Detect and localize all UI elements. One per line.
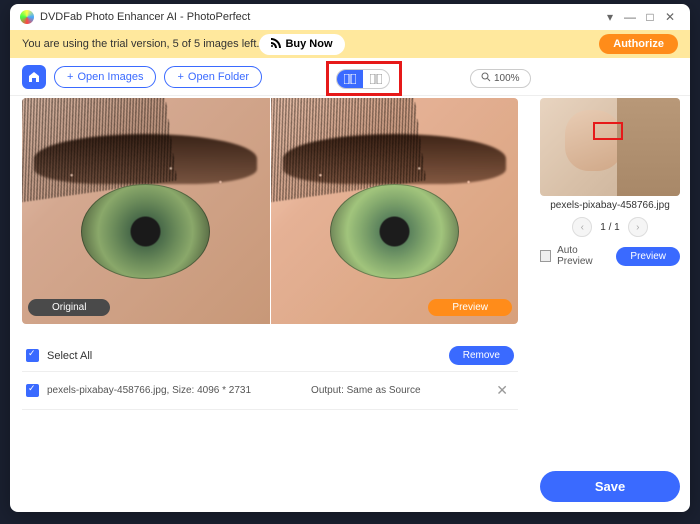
preview-badge: Preview <box>428 299 512 316</box>
save-button[interactable]: Save <box>540 471 680 502</box>
viewport-indicator[interactable] <box>593 122 623 140</box>
file-checkbox[interactable] <box>26 384 39 397</box>
enhanced-image <box>271 98 519 324</box>
original-badge: Original <box>28 299 110 316</box>
zoom-button[interactable]: 100% <box>470 69 531 88</box>
minimize-button[interactable]: — <box>620 7 640 27</box>
main-panel: Original Preview Select All Remove pexel… <box>10 96 530 512</box>
magnifier-icon <box>481 72 491 85</box>
file-row[interactable]: pexels-pixabay-458766.jpg, Size: 4096 * … <box>22 371 518 410</box>
file-name-size: pexels-pixabay-458766.jpg, Size: 4096 * … <box>47 385 251 396</box>
dropdown-icon[interactable]: ▾ <box>600 7 620 27</box>
trial-message: You are using the trial version, 5 of 5 … <box>22 38 259 50</box>
title-bar: DVDFab Photo Enhancer AI - PhotoPerfect … <box>10 4 690 30</box>
preview-area[interactable]: Original Preview <box>22 98 518 324</box>
preview-button[interactable]: Preview <box>616 247 680 266</box>
single-view-button[interactable] <box>363 70 389 88</box>
app-title: DVDFab Photo Enhancer AI - PhotoPerfect <box>40 11 250 23</box>
open-folder-button[interactable]: + Open Folder <box>164 66 262 88</box>
select-all-label: Select All <box>47 350 92 362</box>
trial-banner: You are using the trial version, 5 of 5 … <box>10 30 690 58</box>
thumbnail-filename: pexels-pixabay-458766.jpg <box>540 196 680 215</box>
auto-preview-row: Auto Preview Preview <box>540 245 680 267</box>
open-images-label: Open Images <box>77 71 143 83</box>
open-folder-label: Open Folder <box>188 71 249 83</box>
plus-icon: + <box>67 71 73 83</box>
auto-preview-checkbox[interactable] <box>540 250 551 262</box>
auto-preview-label: Auto Preview <box>557 245 610 267</box>
split-view-button[interactable] <box>337 70 363 88</box>
buy-now-label: Buy Now <box>285 38 332 50</box>
app-logo-icon <box>20 10 34 24</box>
select-all-checkbox[interactable] <box>26 349 39 362</box>
body-area: Original Preview Select All Remove pexel… <box>10 96 690 512</box>
authorize-button[interactable]: Authorize <box>599 34 678 54</box>
maximize-button[interactable]: □ <box>640 7 660 27</box>
pager: ‹ 1 / 1 › <box>540 217 680 237</box>
page-indicator: 1 / 1 <box>600 222 619 233</box>
plus-icon: + <box>177 71 183 83</box>
original-image <box>22 98 270 324</box>
next-page-button[interactable]: › <box>628 217 648 237</box>
close-button[interactable]: ✕ <box>660 7 680 27</box>
remove-button[interactable]: Remove <box>449 346 514 365</box>
home-button[interactable] <box>22 65 46 89</box>
view-mode-toggle[interactable] <box>336 69 390 89</box>
buy-now-button[interactable]: Buy Now <box>259 34 344 55</box>
sidebar: pexels-pixabay-458766.jpg ‹ 1 / 1 › Auto… <box>530 96 690 512</box>
rss-icon <box>271 38 281 51</box>
app-window: DVDFab Photo Enhancer AI - PhotoPerfect … <box>10 4 690 512</box>
zoom-label: 100% <box>494 73 520 84</box>
prev-page-button[interactable]: ‹ <box>572 217 592 237</box>
select-all-row: Select All Remove <box>22 340 518 371</box>
file-output: Output: Same as Source <box>311 385 421 396</box>
thumbnail[interactable] <box>540 98 680 196</box>
open-images-button[interactable]: + Open Images <box>54 66 156 88</box>
file-list-area: Select All Remove pexels-pixabay-458766.… <box>22 340 518 410</box>
remove-file-icon[interactable]: ✕ <box>490 382 514 399</box>
